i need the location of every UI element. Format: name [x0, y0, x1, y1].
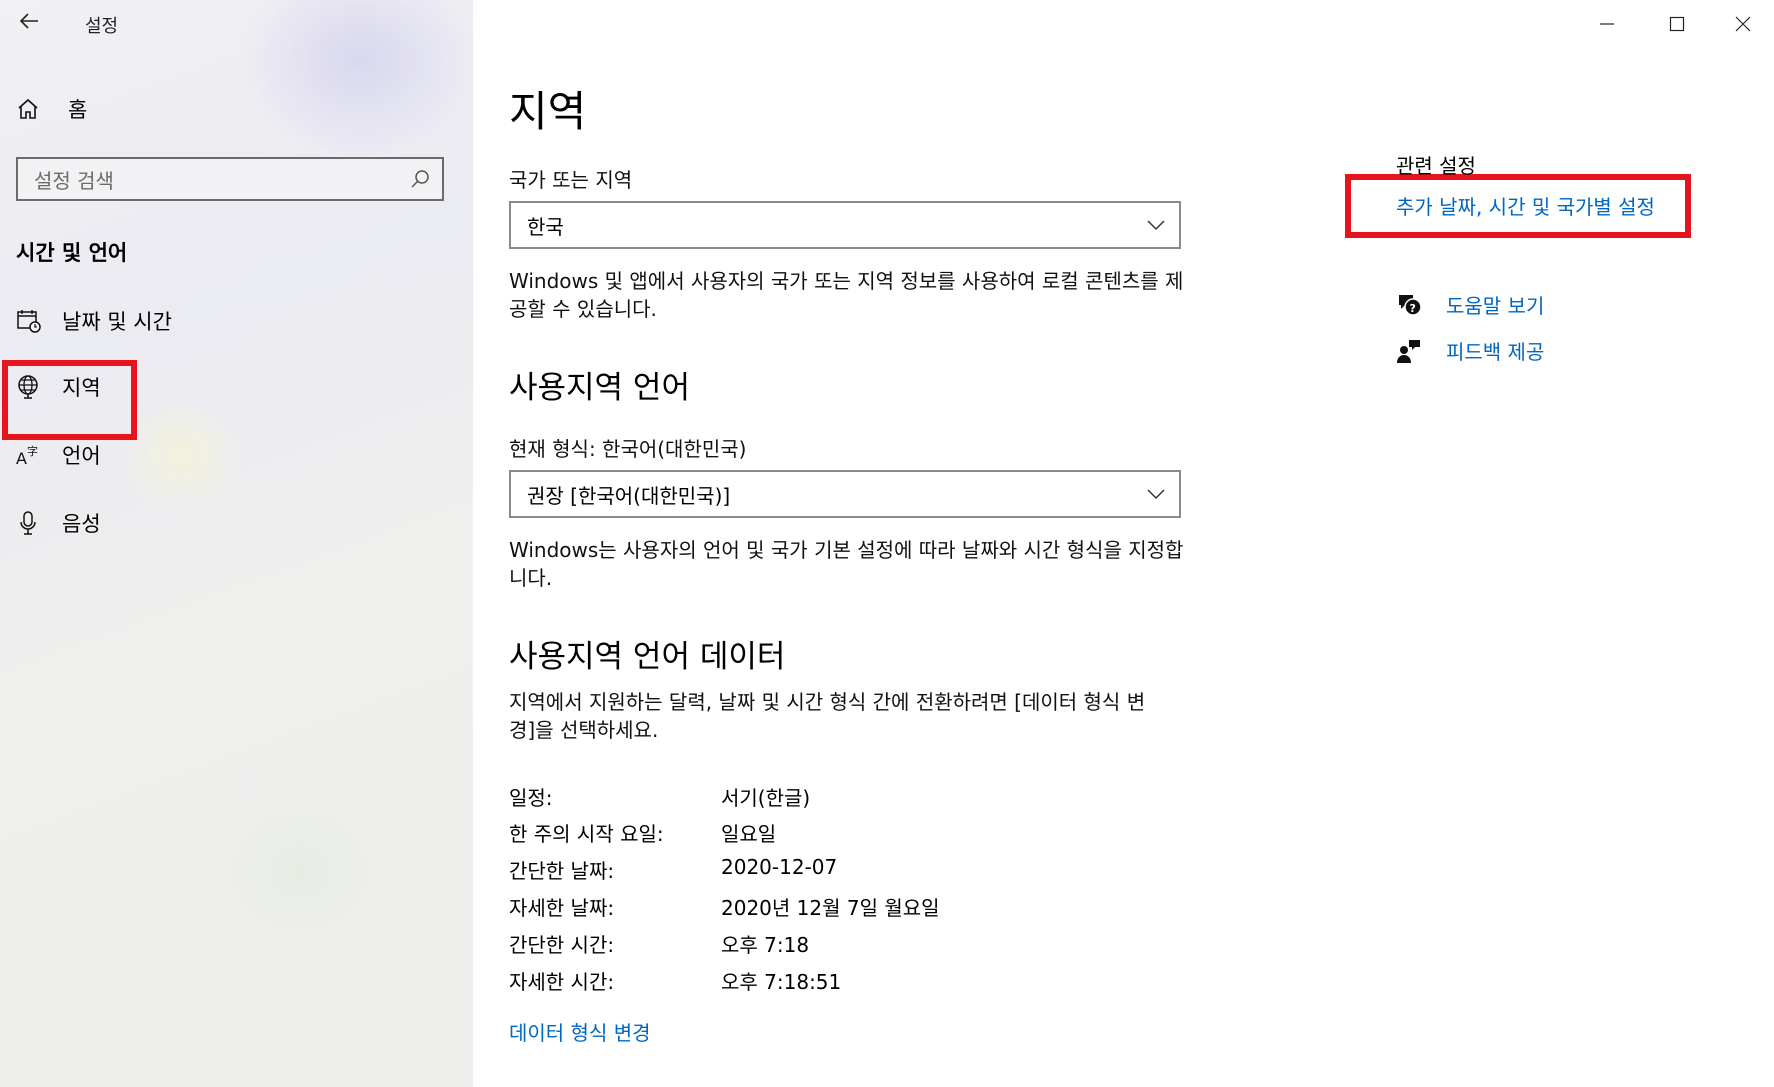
microphone-icon [20, 511, 36, 535]
sidebar-backdrop [240, 0, 473, 160]
format-key: 간단한 시간: [509, 933, 615, 957]
format-value: 2020년 12월 7일 월요일 [721, 896, 940, 920]
format-row: 자세한 시간: 오후 7:18:51 [509, 966, 841, 995]
search-icon [411, 170, 429, 188]
format-key: 간단한 날짜: [509, 859, 615, 883]
home-icon [18, 98, 38, 119]
format-row: 일정: 서기(한글) [509, 782, 810, 811]
page-title: 지역 [509, 87, 587, 136]
app-title: 설정 [85, 16, 119, 37]
globe-icon [18, 375, 38, 399]
help-link[interactable]: ? 도움말 보기 [1396, 290, 1544, 319]
sidebar-item-label: 날짜 및 시간 [62, 310, 172, 334]
sidebar-item-speech[interactable]: 음성 [16, 503, 101, 543]
feedback-icon [1397, 339, 1420, 363]
search-input[interactable]: 설정 검색 [16, 157, 444, 201]
back-arrow-icon [19, 13, 38, 29]
country-label: 국가 또는 지역 [509, 168, 633, 192]
format-data-description: 지역에서 지원하는 달력, 날짜 및 시간 형식 간에 전환하려면 [데이터 형… [509, 690, 1146, 742]
sidebar-item-region[interactable]: 지역 [16, 367, 101, 407]
back-button[interactable] [14, 10, 44, 40]
format-value: 오후 7:18:51 [721, 970, 842, 994]
sidebar-backdrop [220, 800, 380, 940]
home-label: 홈 [68, 98, 88, 122]
language-icon: A字 [16, 444, 38, 468]
related-settings-title: 관련 설정 [1396, 154, 1476, 178]
format-value: 서기(한글) [721, 786, 811, 810]
help-chat-icon: ? [1399, 294, 1422, 316]
sidebar-item-label: 언어 [62, 444, 101, 468]
regional-format-label: 현재 형식: 한국어(대한민국) [509, 437, 747, 461]
home-link[interactable]: 홈 [16, 94, 87, 124]
format-key: 일정: [509, 786, 553, 810]
regional-format-description: Windows는 사용자의 언어 및 국가 기본 설정에 따라 날짜와 시간 형… [509, 538, 1184, 590]
svg-text:?: ? [1410, 302, 1416, 315]
section-title: 시간 및 언어 [16, 241, 128, 265]
format-key: 한 주의 시작 요일: [509, 822, 664, 846]
format-row: 한 주의 시작 요일: 일요일 [509, 818, 776, 847]
regional-format-dropdown[interactable]: 권장 [한국어(대한민국)] [509, 470, 1181, 518]
change-data-format-link[interactable]: 데이터 형식 변경 [509, 1017, 651, 1046]
sidebar-backdrop [120, 400, 240, 510]
format-value: 2020-12-07 [721, 855, 838, 879]
format-value: 오후 7:18 [721, 933, 810, 957]
search-placeholder: 설정 검색 [34, 168, 114, 193]
format-value: 일요일 [721, 822, 777, 846]
format-row: 간단한 날짜: 2020-12-07 [509, 855, 837, 884]
format-key: 자세한 날짜: [509, 896, 615, 920]
sidebar-item-label: 지역 [62, 376, 101, 400]
country-value: 한국 [527, 214, 564, 239]
help-label: 도움말 보기 [1446, 294, 1545, 318]
sidebar-item-language[interactable]: A字 언어 [16, 435, 101, 475]
sidebar-item-date-time[interactable]: 날짜 및 시간 [16, 301, 172, 341]
svg-text:A: A [16, 449, 27, 468]
main-content: 지역 국가 또는 지역 한국 Windows 및 앱에서 사용자의 국가 또는 … [473, 0, 1774, 1087]
format-row: 자세한 날짜: 2020년 12월 7일 월요일 [509, 892, 940, 921]
chevron-down-icon [1147, 489, 1165, 500]
calendar-clock-icon [17, 310, 41, 333]
format-row: 간단한 시간: 오후 7:18 [509, 929, 809, 958]
regional-format-value: 권장 [한국어(대한민국)] [527, 483, 731, 508]
sidebar: 설정 홈 설정 검색 시간 및 언어 날짜 및 시간 지역 A字 언어 음성 [0, 0, 473, 1087]
country-description: Windows 및 앱에서 사용자의 국가 또는 지역 정보를 사용하여 로컬 … [509, 269, 1184, 321]
format-data-heading: 사용지역 언어 데이터 [509, 639, 786, 675]
regional-format-heading: 사용지역 언어 [509, 370, 690, 406]
feedback-label: 피드백 제공 [1446, 340, 1545, 364]
svg-text:字: 字 [27, 444, 38, 458]
sidebar-item-label: 음성 [62, 512, 101, 536]
format-key: 자세한 시간: [509, 970, 615, 994]
chevron-down-icon [1147, 220, 1165, 231]
country-dropdown[interactable]: 한국 [509, 201, 1181, 249]
additional-settings-link[interactable]: 추가 날짜, 시간 및 국가별 설정 [1396, 191, 1655, 220]
feedback-link[interactable]: 피드백 제공 [1396, 336, 1544, 365]
